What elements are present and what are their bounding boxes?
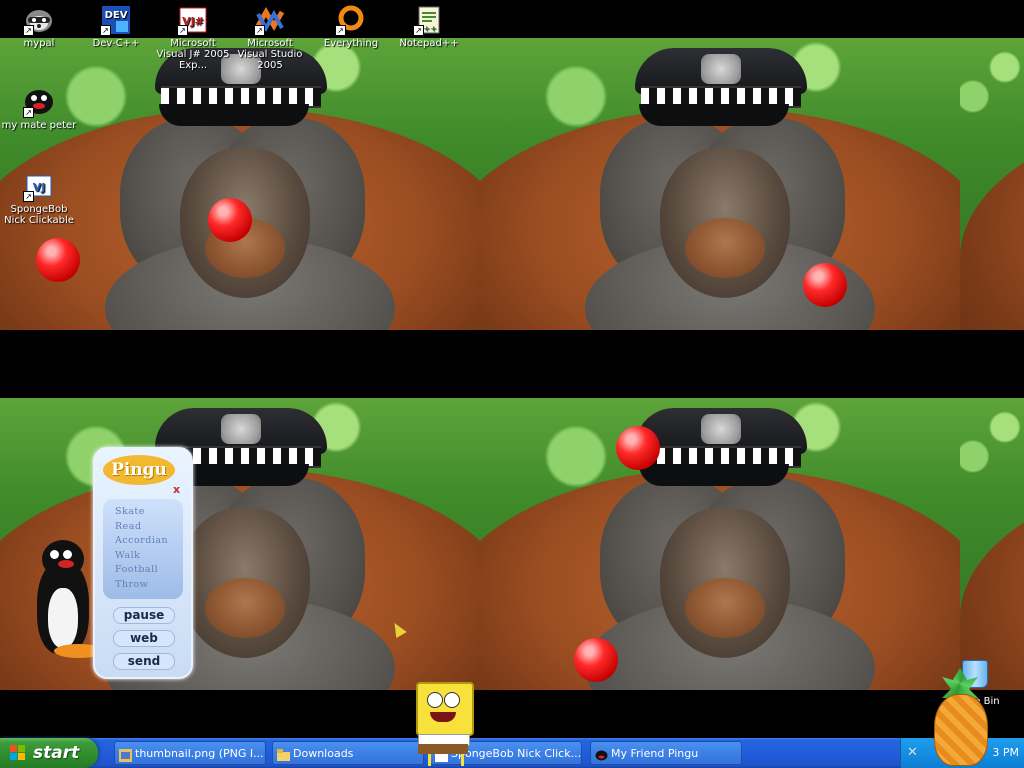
close-icon[interactable]: x — [173, 483, 180, 496]
desktop-icon-vj-express[interactable]: VJ# ↗ Microsoft Visual J# 2005 Exp... — [154, 4, 232, 71]
svg-text:DEV: DEV — [105, 10, 128, 21]
desktop-icon-label: Microsoft Visual J# 2005 Exp... — [156, 38, 230, 71]
notepad-icon: ++ ↗ — [413, 4, 445, 36]
desktop-icon-label: mypal — [23, 38, 55, 49]
wallpaper-tile — [960, 38, 1024, 330]
pingu-menu-read[interactable]: Read — [115, 520, 183, 535]
start-label: start — [33, 743, 80, 763]
pingu-menu: Skate Read Accordian Walk Football Throw — [103, 499, 183, 599]
desktop-icon-notepad-pp[interactable]: ++ ↗ Notepad++ — [390, 4, 468, 49]
vj-project-icon: VJ ↗ — [23, 170, 55, 202]
task-label: My Friend Pingu — [611, 747, 699, 760]
desktop-icon-label: Notepad++ — [399, 38, 459, 49]
pingu-menu-football[interactable]: Football — [115, 563, 183, 578]
pingu-title: Pingu — [103, 455, 175, 485]
pingu-menu-walk[interactable]: Walk — [115, 549, 183, 564]
desktop-icon-label: Microsoft Visual Studio 2005 — [237, 38, 303, 71]
desktop: ↗ mypal DEV ↗ Dev-C++ VJ# ↗ Microsoft Vi… — [0, 0, 1024, 738]
tray-network-icon[interactable]: ✕ — [907, 746, 921, 760]
task-downloads[interactable]: Downloads — [272, 741, 424, 765]
start-button[interactable]: start — [0, 738, 98, 768]
task-label: thumbnail.png (PNG I... — [135, 747, 264, 760]
red-ball[interactable] — [803, 263, 847, 307]
web-button[interactable]: web — [113, 630, 175, 647]
pingu-menu-throw[interactable]: Throw — [115, 578, 183, 593]
pingu-widget: Pingu x Skate Read Accordian Walk Footba… — [93, 447, 193, 679]
clock[interactable]: 3 PM — [992, 738, 1019, 768]
pingu-menu-accordian[interactable]: Accordian — [115, 534, 183, 549]
windows-flag-icon — [10, 745, 26, 761]
vj-sharp-icon: VJ# ↗ — [177, 4, 209, 36]
pineapple-house[interactable] — [932, 668, 988, 766]
taskbar: start thumbnail.png (PNG I... Downloads … — [0, 738, 1024, 768]
visual-studio-icon: ↗ — [254, 4, 286, 36]
pingu-character[interactable] — [34, 540, 104, 664]
desktop-icon-label: my mate peter — [1, 120, 77, 131]
desktop-icon-label: SpongeBob Nick Clickable — [4, 204, 74, 226]
wallpaper-tile — [960, 398, 1024, 690]
spongebob-character[interactable] — [410, 680, 476, 766]
desktop-icon-visual-studio[interactable]: ↗ Microsoft Visual Studio 2005 — [231, 4, 309, 71]
desktop-icon-mypal[interactable]: ↗ mypal — [0, 4, 78, 49]
desktop-icon-dev-cpp[interactable]: DEV ↗ Dev-C++ — [77, 4, 155, 49]
wallpaper-tile — [480, 398, 960, 690]
police-cap — [635, 408, 807, 493]
desktop-icon-everything[interactable]: ↗ Everything — [312, 4, 390, 49]
red-ball[interactable] — [36, 238, 80, 282]
raccoon-icon: ↗ — [23, 4, 55, 36]
desktop-icon-label: Dev-C++ — [92, 38, 140, 49]
red-ball[interactable] — [616, 426, 660, 470]
send-button[interactable]: send — [113, 653, 175, 670]
svg-text:VJ: VJ — [33, 181, 46, 194]
penguin-icon: ↗ — [23, 86, 55, 118]
everything-search-icon: ↗ — [335, 4, 367, 36]
pingu-menu-skate[interactable]: Skate — [115, 505, 183, 520]
folder-icon — [277, 747, 290, 761]
red-ball[interactable] — [208, 198, 252, 242]
task-my-friend-pingu[interactable]: My Friend Pingu — [590, 741, 742, 765]
penguin-icon — [595, 747, 608, 761]
wallpaper-tile — [480, 38, 960, 330]
desktop-icon-my-mate-peter[interactable]: ↗ my mate peter — [0, 86, 78, 131]
pause-button[interactable]: pause — [113, 607, 175, 624]
desktop-icon-label: Everything — [323, 38, 379, 49]
task-thumbnail[interactable]: thumbnail.png (PNG I... — [114, 741, 266, 765]
police-cap — [635, 48, 807, 133]
task-label: Downloads — [293, 747, 354, 760]
dev-cpp-icon: DEV ↗ — [100, 4, 132, 36]
red-ball[interactable] — [574, 638, 618, 682]
desktop-icon-spongebob[interactable]: VJ ↗ SpongeBob Nick Clickable — [0, 170, 78, 226]
svg-text:++: ++ — [423, 24, 436, 33]
image-viewer-icon — [119, 747, 132, 762]
